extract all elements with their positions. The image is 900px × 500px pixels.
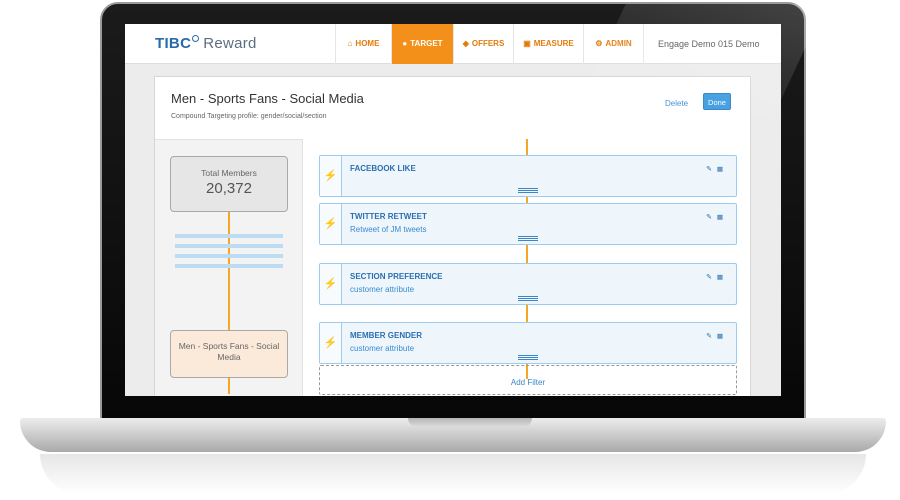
criteria-card-section-preference[interactable]: ⚡ SECTION PREFERENCE customer attribute … — [319, 263, 737, 305]
total-members-box: Total Members 20,372 — [170, 156, 288, 212]
funnel-stripes — [175, 234, 283, 272]
funnel-stripe — [175, 234, 283, 238]
summary-column: Total Members 20,372 Men - Sports Fans -… — [155, 139, 303, 396]
criteria-subtitle: customer attribute — [350, 285, 415, 294]
laptop-reflection — [40, 454, 866, 494]
laptop-mockup: TIBC Reward ⌂ HOME ● TARGET ◆ OFFERS ▣ MEASUR… — [0, 0, 900, 500]
bolt-icon: ⚡ — [320, 323, 342, 363]
nav-admin[interactable]: ⚙ ADMIN — [583, 24, 643, 64]
nav-home[interactable]: ⌂ HOME — [335, 24, 391, 64]
nav-offers[interactable]: ◆ OFFERS — [453, 24, 513, 64]
criteria-card-member-gender[interactable]: ⚡ MEMBER GENDER customer attribute ✎ ▩ — [319, 322, 737, 364]
total-members-label: Total Members — [201, 168, 257, 178]
edit-icon[interactable]: ✎ — [706, 165, 712, 173]
edit-icon[interactable]: ✎ — [706, 273, 712, 281]
criteria-title: SECTION PREFERENCE — [350, 272, 443, 281]
delete-link[interactable]: Delete — [665, 99, 688, 108]
funnel-stripe — [175, 264, 283, 268]
criteria-title: TWITTER RETWEET — [350, 212, 427, 221]
nav-home-label: HOME — [355, 39, 380, 48]
home-icon: ⌂ — [347, 39, 353, 48]
drag-handle-icon[interactable] — [518, 188, 538, 193]
criteria-card-facebook-like[interactable]: ⚡ FACEBOOK LIKE ✎ ▩ — [319, 155, 737, 197]
tag-icon: ◆ — [462, 39, 469, 48]
criteria-subtitle: customer attribute — [350, 344, 415, 353]
bolt-icon: ⚡ — [320, 156, 342, 196]
edit-icon[interactable]: ✎ — [706, 332, 712, 340]
chart-icon: ▣ — [523, 39, 531, 48]
top-navigation: TIBC Reward ⌂ HOME ● TARGET ◆ OFFERS ▣ MEASUR… — [125, 24, 781, 64]
criteria-title: FACEBOOK LIKE — [350, 164, 416, 173]
page-subtitle: Compound Targeting profile: gender/socia… — [171, 113, 327, 120]
tibco-reward-logo[interactable]: TIBC Reward — [155, 35, 257, 52]
drag-handle-icon[interactable] — [518, 236, 538, 241]
logo-reward-text: Reward — [203, 35, 257, 52]
nav-target[interactable]: ● TARGET — [391, 24, 453, 64]
trash-icon[interactable]: ▩ — [717, 332, 723, 340]
nav-target-label: TARGET — [410, 39, 443, 48]
account-menu[interactable]: Engage Demo 015 Demo — [643, 24, 781, 64]
edit-icon[interactable]: ✎ — [706, 213, 712, 221]
segment-result-box[interactable]: Men - Sports Fans - Social Media — [170, 330, 288, 378]
funnel-stripe — [175, 244, 283, 248]
bolt-icon: ⚡ — [320, 264, 342, 304]
app-screen: TIBC Reward ⌂ HOME ● TARGET ◆ OFFERS ▣ MEASUR… — [125, 24, 781, 396]
done-button[interactable]: Done — [703, 93, 731, 110]
target-profile-panel: Men - Sports Fans - Social Media Compoun… — [154, 76, 751, 396]
criteria-list: ⚡ FACEBOOK LIKE ✎ ▩ ⚡ TWITTER RETWEET Re… — [319, 139, 737, 396]
add-filter-dropzone[interactable]: Add Filter — [319, 365, 737, 395]
nav-measure[interactable]: ▣ MEASURE — [513, 24, 583, 64]
funnel-stripe — [175, 254, 283, 258]
nav-offers-label: OFFERS — [471, 39, 505, 48]
criteria-subtitle: Retweet of JM tweets — [350, 225, 427, 234]
page-title: Men - Sports Fans - Social Media — [171, 91, 364, 106]
logo-tibco-text: TIBC — [155, 35, 192, 52]
criteria-title: MEMBER GENDER — [350, 331, 423, 340]
trash-icon[interactable]: ▩ — [717, 165, 723, 173]
gears-icon: ⚙ — [595, 39, 603, 48]
logo-mark-icon — [192, 35, 200, 42]
nav-measure-label: MEASURE — [533, 39, 574, 48]
users-icon: ● — [402, 39, 408, 48]
drag-handle-icon[interactable] — [518, 296, 538, 301]
criteria-card-twitter-retweet[interactable]: ⚡ TWITTER RETWEET Retweet of JM tweets ✎… — [319, 203, 737, 245]
laptop-base — [20, 418, 886, 452]
trash-icon[interactable]: ▩ — [717, 273, 723, 281]
drag-handle-icon[interactable] — [518, 355, 538, 360]
laptop-notch — [408, 418, 532, 427]
trash-icon[interactable]: ▩ — [717, 213, 723, 221]
total-members-value: 20,372 — [206, 180, 252, 197]
nav-admin-label: ADMIN — [605, 39, 632, 48]
bolt-icon: ⚡ — [320, 204, 342, 244]
